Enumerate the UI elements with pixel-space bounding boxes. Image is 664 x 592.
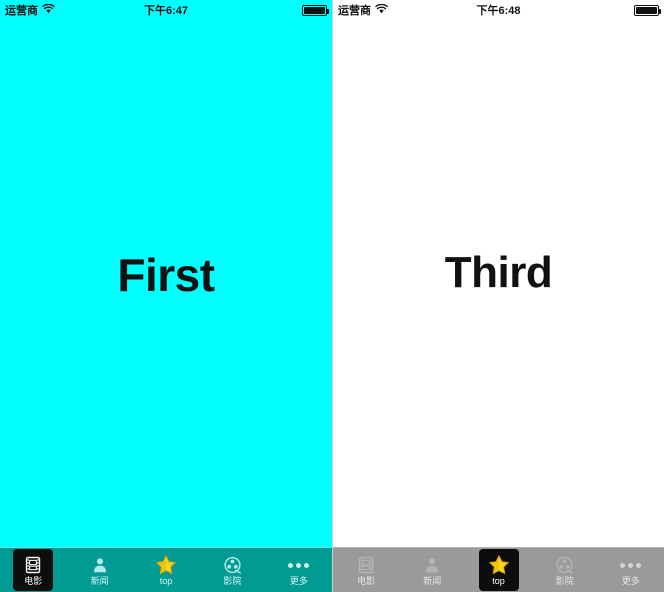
tab-item-more[interactable]: 更多	[266, 548, 332, 592]
tab-item-news-inner: 新闻	[80, 549, 120, 591]
star-icon	[488, 554, 510, 576]
film-strip-icon	[22, 554, 44, 576]
tab-label-news: 新闻	[423, 576, 442, 586]
tab-label-movie: 电影	[24, 576, 43, 586]
tab-bar: 电影 新闻 top 影院 更多	[333, 547, 664, 592]
tab-label-top: top	[492, 576, 505, 586]
film-strip-icon	[355, 554, 377, 576]
tab-item-cinema-inner: 影院	[545, 549, 585, 591]
film-reel-icon	[554, 554, 576, 576]
page-title: First	[117, 248, 215, 301]
tab-item-news[interactable]: 新闻	[66, 548, 132, 592]
dot-3	[636, 562, 642, 568]
right-screen: 运营商 下午6:48 Third 电影 新闻 top 影院 更多	[332, 0, 664, 592]
tab-item-news[interactable]: 新闻	[399, 548, 465, 592]
tab-label-news: 新闻	[90, 576, 109, 586]
tab-label-cinema: 影院	[555, 576, 574, 586]
status-bar-left: 运营商	[338, 2, 388, 18]
tab-item-movie[interactable]: 电影	[0, 548, 66, 592]
more-dots-icon	[288, 554, 310, 576]
battery-full-icon	[634, 4, 661, 16]
status-bar: 运营商 下午6:47	[0, 0, 332, 20]
tab-label-more: 更多	[621, 576, 640, 586]
tab-item-movie-inner: 电影	[13, 549, 54, 591]
carrier-label: 运营商	[5, 5, 38, 17]
wifi-icon	[42, 3, 55, 17]
dot-3	[304, 562, 310, 568]
more-dots-group	[288, 562, 310, 568]
battery-full-icon	[302, 4, 329, 16]
more-dots-icon	[620, 554, 642, 576]
tab-item-movie[interactable]: 电影	[333, 548, 399, 592]
content-area: First	[0, 20, 332, 547]
tab-item-more-inner: 更多	[611, 549, 651, 591]
tab-item-cinema-inner: 影院	[212, 549, 252, 591]
tab-item-cinema[interactable]: 影院	[199, 548, 265, 592]
person-icon	[89, 554, 111, 576]
tab-bar: 电影 新闻 top 影院 更多	[0, 547, 332, 592]
tab-item-top[interactable]: top	[465, 548, 531, 592]
dot-1	[288, 562, 294, 568]
tab-item-top-inner: top	[146, 549, 186, 591]
tab-label-more: 更多	[289, 576, 308, 586]
status-bar-right	[302, 4, 329, 16]
tab-item-top[interactable]: top	[133, 548, 199, 592]
dot-2	[296, 562, 302, 568]
tab-item-news-inner: 新闻	[412, 549, 452, 591]
status-bar-right	[634, 4, 661, 16]
left-screen: 运营商 下午6:47 First 电影 新闻 top 影院 更多	[0, 0, 332, 592]
tab-item-movie-inner: 电影	[346, 549, 386, 591]
page-title: Third	[444, 247, 553, 297]
wifi-icon	[375, 3, 388, 17]
tab-item-more-inner: 更多	[279, 549, 319, 591]
dual-screenshot-comparison: 运营商 下午6:47 First 电影 新闻 top 影院 更多 运营商 下午6…	[0, 0, 664, 592]
person-icon	[421, 554, 443, 576]
dot-1	[620, 562, 626, 568]
tab-item-cinema[interactable]: 影院	[532, 548, 598, 592]
star-icon	[155, 554, 177, 576]
tab-label-top: top	[159, 576, 173, 586]
tab-label-cinema: 影院	[223, 576, 242, 586]
battery-fill	[636, 6, 657, 14]
dot-2	[628, 562, 634, 568]
status-bar-left: 运营商	[5, 2, 55, 18]
content-area: Third	[333, 20, 664, 547]
carrier-label: 运营商	[338, 5, 371, 17]
more-dots-group	[620, 562, 642, 568]
tab-item-more[interactable]: 更多	[598, 548, 664, 592]
tab-item-top-inner: top	[478, 549, 519, 591]
battery-fill	[304, 6, 325, 14]
status-bar: 运营商 下午6:48	[333, 0, 664, 20]
tab-label-movie: 电影	[357, 576, 376, 586]
film-reel-icon	[221, 554, 243, 576]
